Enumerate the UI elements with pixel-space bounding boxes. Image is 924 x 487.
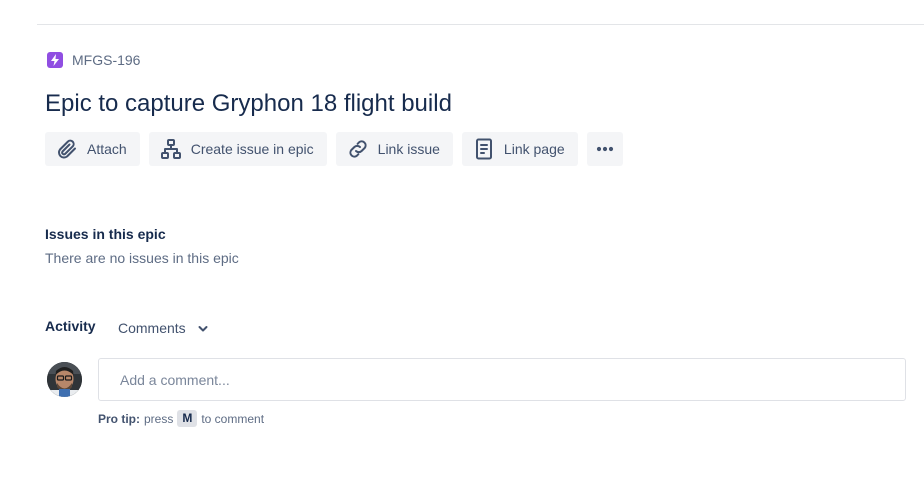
lightning-icon: [47, 52, 63, 68]
issues-in-epic-heading: Issues in this epic: [45, 226, 166, 242]
hierarchy-icon: [159, 137, 183, 161]
pro-tip-press: press: [144, 411, 174, 426]
issue-title[interactable]: Epic to capture Gryphon 18 flight build: [45, 90, 452, 118]
page-icon: [472, 137, 496, 161]
top-divider: [37, 24, 924, 25]
attach-button[interactable]: Attach: [45, 132, 140, 166]
more-actions-button[interactable]: [586, 132, 623, 166]
pro-tip-suffix: to comment: [201, 411, 265, 426]
pro-tip-label: Pro tip:: [98, 411, 140, 426]
link-issue-label: Link issue: [377, 141, 440, 157]
issue-breadcrumb[interactable]: MFGS-196: [47, 52, 140, 68]
activity-label: Activity: [45, 318, 96, 334]
issue-toolbar: Attach Create issue in epic Link issue L…: [45, 132, 623, 166]
link-page-button[interactable]: Link page: [461, 132, 578, 166]
paperclip-icon: [55, 137, 79, 161]
link-issue-button[interactable]: Link issue: [335, 132, 453, 166]
activity-filter-dropdown[interactable]: Comments: [112, 316, 214, 340]
link-page-label: Link page: [503, 141, 565, 157]
create-issue-label: Create issue in epic: [190, 141, 314, 157]
comment-input[interactable]: [98, 358, 906, 401]
attach-label: Attach: [87, 141, 127, 157]
link-icon: [346, 137, 370, 161]
avatar[interactable]: [47, 362, 82, 397]
issue-key[interactable]: MFGS-196: [72, 52, 140, 68]
activity-filter-value: Comments: [118, 320, 186, 336]
issues-in-epic-empty-text: There are no issues in this epic: [45, 250, 239, 266]
chevron-down-icon: [198, 320, 208, 336]
more-icon: [596, 137, 614, 161]
create-issue-in-epic-button[interactable]: Create issue in epic: [148, 132, 327, 166]
pro-tip: Pro tip: press M to comment: [98, 410, 264, 427]
keyboard-shortcut-key: M: [177, 410, 198, 427]
